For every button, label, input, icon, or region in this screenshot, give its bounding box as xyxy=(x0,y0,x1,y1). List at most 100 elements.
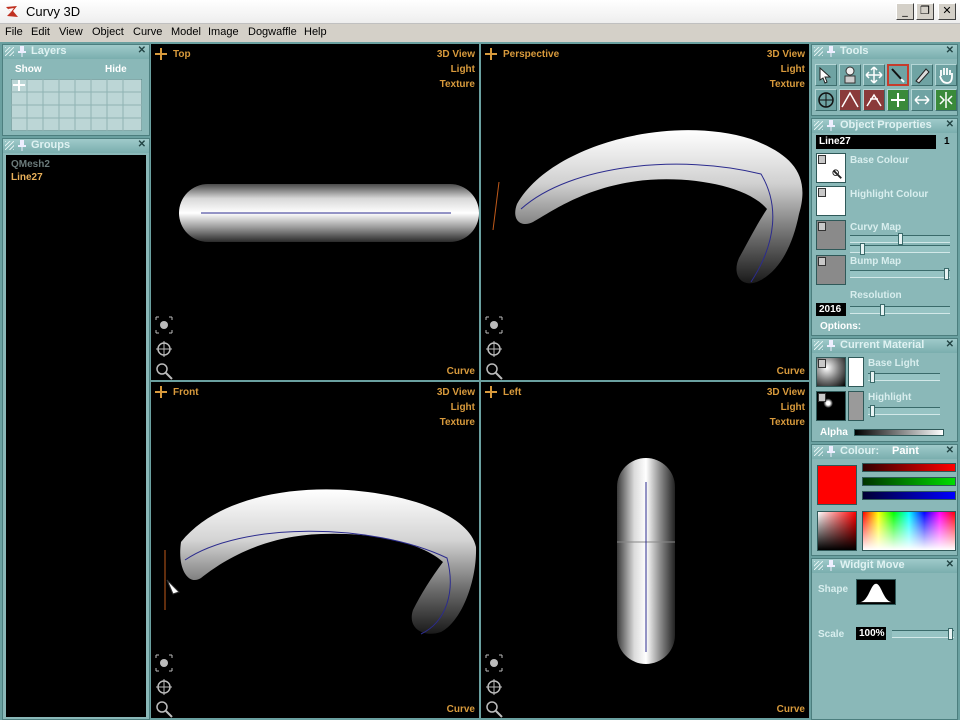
close-icon[interactable]: ✕ xyxy=(946,445,954,456)
viewport-front[interactable]: Front 3D View Light Texture Curve xyxy=(151,382,479,718)
curvy-map-slider-2[interactable] xyxy=(850,243,950,255)
minimize-button[interactable]: _ xyxy=(896,3,914,20)
object-properties-header[interactable]: Object Properties ✕ xyxy=(812,119,957,133)
menu-help[interactable]: Help xyxy=(304,26,327,38)
group-item-qmesh2[interactable]: QMesh2 xyxy=(11,159,50,170)
layers-grid[interactable] xyxy=(11,79,142,131)
shape-curve-preview[interactable] xyxy=(856,579,896,605)
move-icon[interactable] xyxy=(155,340,173,358)
menu-object[interactable]: Object xyxy=(92,26,124,38)
layers-hide-label[interactable]: Hide xyxy=(105,64,127,75)
move-icon[interactable] xyxy=(155,678,173,696)
menu-dogwaffle[interactable]: Dogwaffle xyxy=(248,26,297,38)
move-icon[interactable] xyxy=(485,340,503,358)
current-material-header[interactable]: Current Material ✕ xyxy=(812,339,957,353)
slider-thumb[interactable] xyxy=(870,371,875,383)
colour-panel-header[interactable]: Colour: Paint ✕ xyxy=(812,445,957,459)
layers-show-label[interactable]: Show xyxy=(15,64,42,75)
slider-thumb[interactable] xyxy=(944,268,949,280)
select-icon[interactable] xyxy=(155,316,173,334)
curvy-map-slider[interactable] xyxy=(850,233,950,245)
select-arrow-tool-icon[interactable] xyxy=(815,64,837,86)
pin-icon[interactable] xyxy=(826,340,836,351)
slider-thumb[interactable] xyxy=(860,243,865,255)
close-icon[interactable]: ✕ xyxy=(138,139,146,150)
zoom-icon[interactable] xyxy=(485,700,503,718)
mirror-tool-icon[interactable] xyxy=(935,89,957,111)
menu-file[interactable]: File xyxy=(5,26,23,38)
select-icon[interactable] xyxy=(485,316,503,334)
layers-panel-header[interactable]: Layers ✕ xyxy=(3,45,149,59)
menu-edit[interactable]: Edit xyxy=(31,26,50,38)
slider-thumb[interactable] xyxy=(898,233,903,245)
pencil-tool-icon[interactable] xyxy=(911,64,933,86)
lock-icon[interactable] xyxy=(818,155,826,164)
zoom-icon[interactable] xyxy=(485,362,503,380)
close-icon[interactable]: ✕ xyxy=(946,119,954,130)
menu-image[interactable]: Image xyxy=(208,26,239,38)
zoom-icon[interactable] xyxy=(155,362,173,380)
current-colour-swatch[interactable] xyxy=(817,465,857,505)
viewport-left[interactable]: Left 3D View Light Texture Curve xyxy=(481,382,809,718)
node-tool-icon[interactable] xyxy=(863,89,885,111)
move-icon[interactable] xyxy=(485,678,503,696)
colour-mode[interactable]: Paint xyxy=(892,445,919,457)
primitive-tool-icon[interactable] xyxy=(839,64,861,86)
zoom-icon[interactable] xyxy=(155,700,173,718)
curve-mode-label[interactable]: Curve xyxy=(447,704,475,715)
pin-icon[interactable] xyxy=(17,140,27,151)
close-icon[interactable]: ✕ xyxy=(946,45,954,56)
red-channel-slider[interactable] xyxy=(862,463,956,472)
base-light-swatch[interactable] xyxy=(848,357,864,387)
menu-curve[interactable]: Curve xyxy=(133,26,162,38)
pin-icon[interactable] xyxy=(826,120,836,131)
bump-map-slider[interactable] xyxy=(850,268,950,280)
menu-model[interactable]: Model xyxy=(171,26,201,38)
groups-panel-header[interactable]: Groups ✕ xyxy=(3,139,149,153)
slider-thumb[interactable] xyxy=(948,628,953,640)
select-icon[interactable] xyxy=(155,654,173,672)
scale-slider[interactable] xyxy=(892,628,954,640)
slider-thumb[interactable] xyxy=(870,405,875,417)
object-name-field[interactable]: Line27 xyxy=(816,135,936,149)
add-point-tool-icon[interactable] xyxy=(887,89,909,111)
resolution-slider[interactable] xyxy=(850,304,950,316)
pin-icon[interactable] xyxy=(826,446,836,457)
scale-field[interactable]: 100% xyxy=(856,627,886,640)
tools-panel-header[interactable]: Tools ✕ xyxy=(812,45,957,59)
lock-icon[interactable] xyxy=(818,393,826,402)
select-icon[interactable] xyxy=(485,654,503,672)
close-icon[interactable]: ✕ xyxy=(138,45,146,56)
options-label[interactable]: Options: xyxy=(820,321,861,332)
restore-button[interactable]: ❐ xyxy=(916,3,934,20)
globe-tool-icon[interactable] xyxy=(815,89,837,111)
blue-channel-slider[interactable] xyxy=(862,491,956,500)
alpha-slider[interactable] xyxy=(854,429,944,436)
lock-icon[interactable] xyxy=(818,188,826,197)
curve-mode-label[interactable]: Curve xyxy=(777,366,805,377)
hand-pan-tool-icon[interactable] xyxy=(935,64,957,86)
base-light-slider[interactable] xyxy=(868,371,940,383)
viewport-top[interactable]: Top 3D View Light Texture Curve xyxy=(151,44,479,380)
slider-thumb[interactable] xyxy=(880,304,885,316)
green-channel-slider[interactable] xyxy=(862,477,956,486)
highlight-swatch[interactable] xyxy=(848,391,864,421)
lock-icon[interactable] xyxy=(818,359,826,368)
close-icon[interactable]: ✕ xyxy=(946,559,954,570)
saturation-value-picker[interactable] xyxy=(817,511,857,551)
pin-icon[interactable] xyxy=(826,46,836,57)
menu-view[interactable]: View xyxy=(59,26,83,38)
curve-mode-label[interactable]: Curve xyxy=(447,366,475,377)
close-button[interactable]: ✕ xyxy=(938,3,956,20)
scale-tool-icon[interactable] xyxy=(911,89,933,111)
move-arrows-tool-icon[interactable] xyxy=(863,64,885,86)
lock-icon[interactable] xyxy=(818,257,826,266)
lock-icon[interactable] xyxy=(818,222,826,231)
pin-icon[interactable] xyxy=(17,46,27,57)
curve-mode-label[interactable]: Curve xyxy=(777,704,805,715)
resolution-field[interactable]: 2016 xyxy=(816,303,846,316)
hue-picker[interactable] xyxy=(862,511,956,551)
viewport-perspective[interactable]: Perspective 3D View Light Texture Curve xyxy=(481,44,809,380)
widgit-move-header[interactable]: Widgit Move ✕ xyxy=(812,559,957,573)
pin-icon[interactable] xyxy=(826,560,836,571)
